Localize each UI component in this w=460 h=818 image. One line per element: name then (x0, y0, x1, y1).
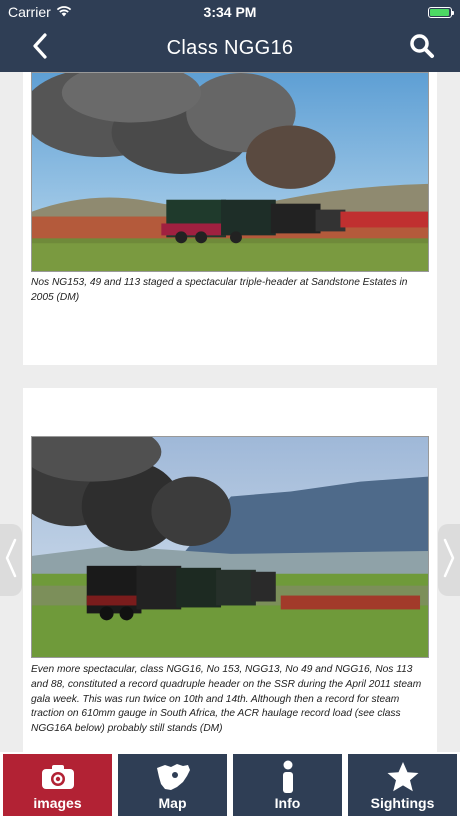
search-button[interactable] (406, 32, 438, 64)
image-card: Even more spectacular, class NGG16, No 1… (23, 388, 437, 752)
page-title: Class NGG16 (166, 36, 294, 59)
info-icon (233, 760, 342, 794)
battery-icon (428, 6, 454, 18)
status-left: Carrier (8, 4, 72, 20)
status-bar: Carrier 3:34 PM (0, 0, 460, 24)
tab-info[interactable]: Info (233, 754, 342, 816)
tab-label: Map (158, 795, 187, 811)
navigation-bar: Class NGG16 (0, 24, 460, 72)
train-photo[interactable] (31, 436, 429, 658)
image-card: Nos NG153, 49 and 113 staged a spectacul… (23, 72, 437, 365)
tab-label: Sightings (370, 795, 435, 811)
chevron-left-icon (5, 538, 17, 583)
back-button[interactable] (24, 32, 56, 64)
next-page-button[interactable] (438, 524, 460, 596)
tab-map[interactable]: Map (118, 754, 227, 816)
tab-bar: images Map Info Sightings (0, 752, 460, 818)
photo-caption: Even more spectacular, class NGG16, No 1… (31, 664, 422, 735)
carrier-label: Carrier (8, 4, 51, 20)
previous-page-button[interactable] (0, 524, 22, 596)
image-list[interactable]: Nos NG153, 49 and 113 staged a spectacul… (0, 72, 460, 752)
battery-level (430, 8, 449, 16)
camera-icon (3, 760, 112, 794)
chevron-right-icon (443, 538, 455, 583)
tab-sightings[interactable]: Sightings (348, 754, 457, 816)
chevron-left-icon (32, 32, 48, 64)
train-photo[interactable] (31, 72, 429, 272)
wifi-icon (56, 4, 72, 20)
africa-map-icon (118, 760, 227, 794)
tab-label: images (33, 795, 82, 811)
tab-images[interactable]: images (3, 754, 112, 816)
star-icon (348, 760, 457, 794)
photo-caption: Nos NG153, 49 and 113 staged a spectacul… (31, 277, 408, 303)
status-right (428, 6, 454, 18)
search-icon (409, 33, 435, 64)
tab-label: Info (274, 795, 301, 811)
